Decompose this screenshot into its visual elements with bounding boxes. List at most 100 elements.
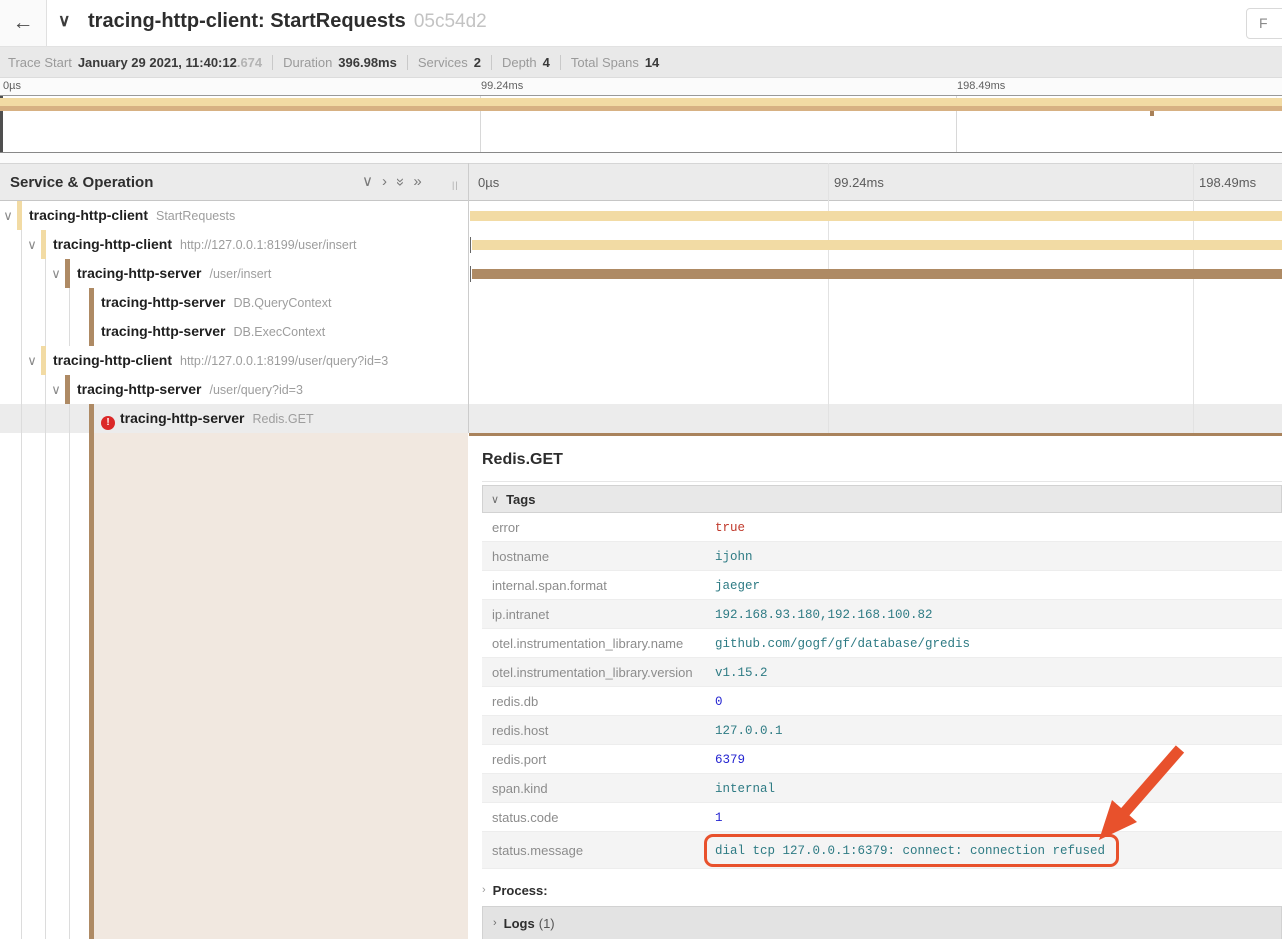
span-row-startrequests[interactable]: ∨tracing-http-clientStartRequests bbox=[0, 201, 1282, 230]
indent-guide bbox=[21, 230, 22, 259]
indent-guide bbox=[21, 317, 22, 346]
tag-row-status-code[interactable]: status.code1 bbox=[482, 803, 1282, 832]
span-row-http-127-0-0-1-8199-user-query-id-3[interactable]: ∨ tracing-http-clienthttp://127.0.0.1:819… bbox=[0, 346, 1282, 375]
span-color-bar bbox=[65, 375, 70, 404]
indent-guide bbox=[21, 433, 22, 939]
tag-value: 0 bbox=[715, 695, 723, 709]
span-bar-start-tick bbox=[470, 266, 471, 282]
stat-separator bbox=[272, 55, 273, 70]
span-name-heading: Redis.GET bbox=[482, 451, 1282, 469]
span-row-db-execcontext[interactable]: tracing-http-serverDB.ExecContext bbox=[0, 317, 1282, 346]
back-button[interactable]: ← bbox=[0, 0, 47, 46]
tag-key: redis.port bbox=[482, 752, 715, 767]
tag-key: otel.instrumentation_library.name bbox=[482, 636, 715, 651]
span-operation-name: Redis.GET bbox=[252, 412, 313, 426]
indent-guide bbox=[45, 288, 46, 317]
span-operation-name: DB.ExecContext bbox=[233, 325, 325, 339]
trace-stat-depth: Depth4 bbox=[502, 55, 550, 70]
tag-row-span-kind[interactable]: span.kindinternal bbox=[482, 774, 1282, 803]
span-operation-name: http://127.0.0.1:8199/user/insert bbox=[180, 238, 357, 252]
tag-row-redis-host[interactable]: redis.host127.0.0.1 bbox=[482, 716, 1282, 745]
span-row-db-querycontext[interactable]: tracing-http-serverDB.QueryContext bbox=[0, 288, 1282, 317]
span-service-name: tracing-http-client bbox=[53, 352, 172, 368]
span-row-user-query-id-3[interactable]: ∨tracing-http-server/user/query?id=3 bbox=[0, 375, 1282, 404]
span-color-bar bbox=[41, 230, 46, 259]
tag-value-wrap: 127.0.0.1 bbox=[715, 721, 783, 739]
tag-key: status.message bbox=[482, 843, 715, 858]
collapse-all-icon[interactable]: » bbox=[396, 173, 404, 191]
trace-stat-duration: Duration396.98ms bbox=[283, 55, 397, 70]
trace-stat-trace-start: Trace StartJanuary 29 2021, 11:40:12.674 bbox=[8, 55, 262, 70]
chevron-right-icon: › bbox=[493, 917, 497, 929]
error-icon: ! bbox=[101, 416, 115, 430]
tag-key: otel.instrumentation_library.version bbox=[482, 665, 715, 680]
tag-row-otel-instrumentation-library-version[interactable]: otel.instrumentation_library.versionv1.1… bbox=[482, 658, 1282, 687]
trace-id: 05c54d2 bbox=[414, 11, 487, 32]
pane-divider[interactable] bbox=[468, 163, 469, 433]
span-duration-bar[interactable] bbox=[470, 211, 1282, 221]
process-title: Process: bbox=[493, 883, 548, 898]
span-color-bar bbox=[89, 288, 94, 317]
selected-span-tint-block bbox=[94, 433, 468, 939]
span-duration-bar[interactable] bbox=[472, 269, 1282, 279]
indent-guide bbox=[21, 375, 22, 404]
process-accordion-header[interactable]: › Process: bbox=[482, 876, 1282, 904]
tag-value: true bbox=[715, 521, 745, 535]
indent-guide bbox=[21, 288, 22, 317]
logs-title: Logs bbox=[504, 916, 535, 931]
span-duration-bar[interactable] bbox=[472, 240, 1282, 250]
tag-value-wrap: 192.168.93.180,192.168.100.82 bbox=[715, 605, 933, 623]
trace-collapse-chevron-icon[interactable]: ∨ bbox=[58, 11, 70, 31]
row-expander-chevron-icon[interactable]: ∨ bbox=[49, 266, 63, 282]
span-row-label: tracing-http-server/user/insert bbox=[77, 265, 271, 283]
tag-row-redis-db[interactable]: redis.db0 bbox=[482, 687, 1282, 716]
span-color-bar bbox=[17, 201, 22, 230]
tag-row-ip-intranet[interactable]: ip.intranet192.168.93.180,192.168.100.82 bbox=[482, 600, 1282, 629]
minimap-tick-label: 198.49ms bbox=[957, 80, 1005, 92]
row-expander-chevron-icon[interactable]: ∨ bbox=[1, 208, 15, 224]
span-bar-start-tick bbox=[470, 237, 471, 253]
indent-guide bbox=[21, 404, 22, 433]
row-expander-chevron-icon[interactable]: ∨ bbox=[25, 237, 39, 253]
tag-row-status-message[interactable]: status.messagedial tcp 127.0.0.1:6379: c… bbox=[482, 832, 1282, 869]
span-operation-name: DB.QueryContext bbox=[233, 296, 331, 310]
span-row-label: tracing-http-serverDB.QueryContext bbox=[101, 294, 331, 312]
jaeger-trace-page: ← ∨ tracing-http-client: StartRequests05… bbox=[0, 0, 1282, 939]
row-expander-chevron-icon[interactable]: ∨ bbox=[49, 382, 63, 398]
logs-accordion-header[interactable]: › Logs (1) bbox=[482, 906, 1282, 939]
span-row-redis-get[interactable]: !tracing-http-serverRedis.GET bbox=[0, 404, 1282, 433]
span-row-label: tracing-http-clienthttp://127.0.0.1:8199… bbox=[53, 352, 388, 370]
tag-value: jaeger bbox=[715, 579, 760, 593]
tag-row-internal-span-format[interactable]: internal.span.formatjaeger bbox=[482, 571, 1282, 600]
tag-row-hostname[interactable]: hostnameijohn bbox=[482, 542, 1282, 571]
tag-value: 192.168.93.180,192.168.100.82 bbox=[715, 608, 933, 622]
tag-row-otel-instrumentation-library-name[interactable]: otel.instrumentation_library.namegithub.… bbox=[482, 629, 1282, 658]
span-row-label: tracing-http-serverDB.ExecContext bbox=[101, 323, 325, 341]
row-expander-chevron-icon[interactable]: ∨ bbox=[25, 353, 39, 369]
span-row-http-127-0-0-1-8199-user-insert[interactable]: ∨ tracing-http-clienthttp://127.0.0.1:819… bbox=[0, 230, 1282, 259]
tag-row-error[interactable]: errortrue bbox=[482, 513, 1282, 542]
stat-separator bbox=[407, 55, 408, 70]
expand-all-icon[interactable]: » bbox=[413, 173, 421, 191]
minimap-ruler: 0µs99.24ms198.49ms bbox=[0, 78, 1282, 95]
span-row-label: tracing-http-clienthttp://127.0.0.1:8199… bbox=[53, 236, 357, 254]
tag-row-redis-port[interactable]: redis.port6379 bbox=[482, 745, 1282, 774]
collapse-one-icon[interactable]: ∨ bbox=[362, 173, 373, 191]
tag-value-wrap: true bbox=[715, 518, 745, 536]
find-button[interactable]: F bbox=[1246, 8, 1282, 39]
expand-all-icon-glyph: » bbox=[413, 173, 421, 190]
span-row-user-insert[interactable]: ∨ tracing-http-server/user/insert bbox=[0, 259, 1282, 288]
stat-value: January 29 2021, 11:40:12 bbox=[78, 55, 237, 70]
minimap-canvas[interactable] bbox=[0, 95, 1282, 153]
tag-value: 6379 bbox=[715, 753, 745, 767]
tag-key: redis.host bbox=[482, 723, 715, 738]
expand-one-icon[interactable]: › bbox=[382, 173, 387, 191]
tags-accordion-header[interactable]: ∨ Tags bbox=[482, 485, 1282, 513]
tag-value-wrap: 0 bbox=[715, 692, 723, 710]
indent-guide bbox=[69, 288, 70, 317]
stat-value: 2 bbox=[474, 55, 481, 70]
tag-value: ijohn bbox=[715, 550, 753, 564]
column-resizer[interactable]: || bbox=[452, 180, 459, 190]
collapse-one-icon-glyph: ∨ bbox=[362, 173, 373, 190]
trace-stat-total-spans: Total Spans14 bbox=[571, 55, 659, 70]
